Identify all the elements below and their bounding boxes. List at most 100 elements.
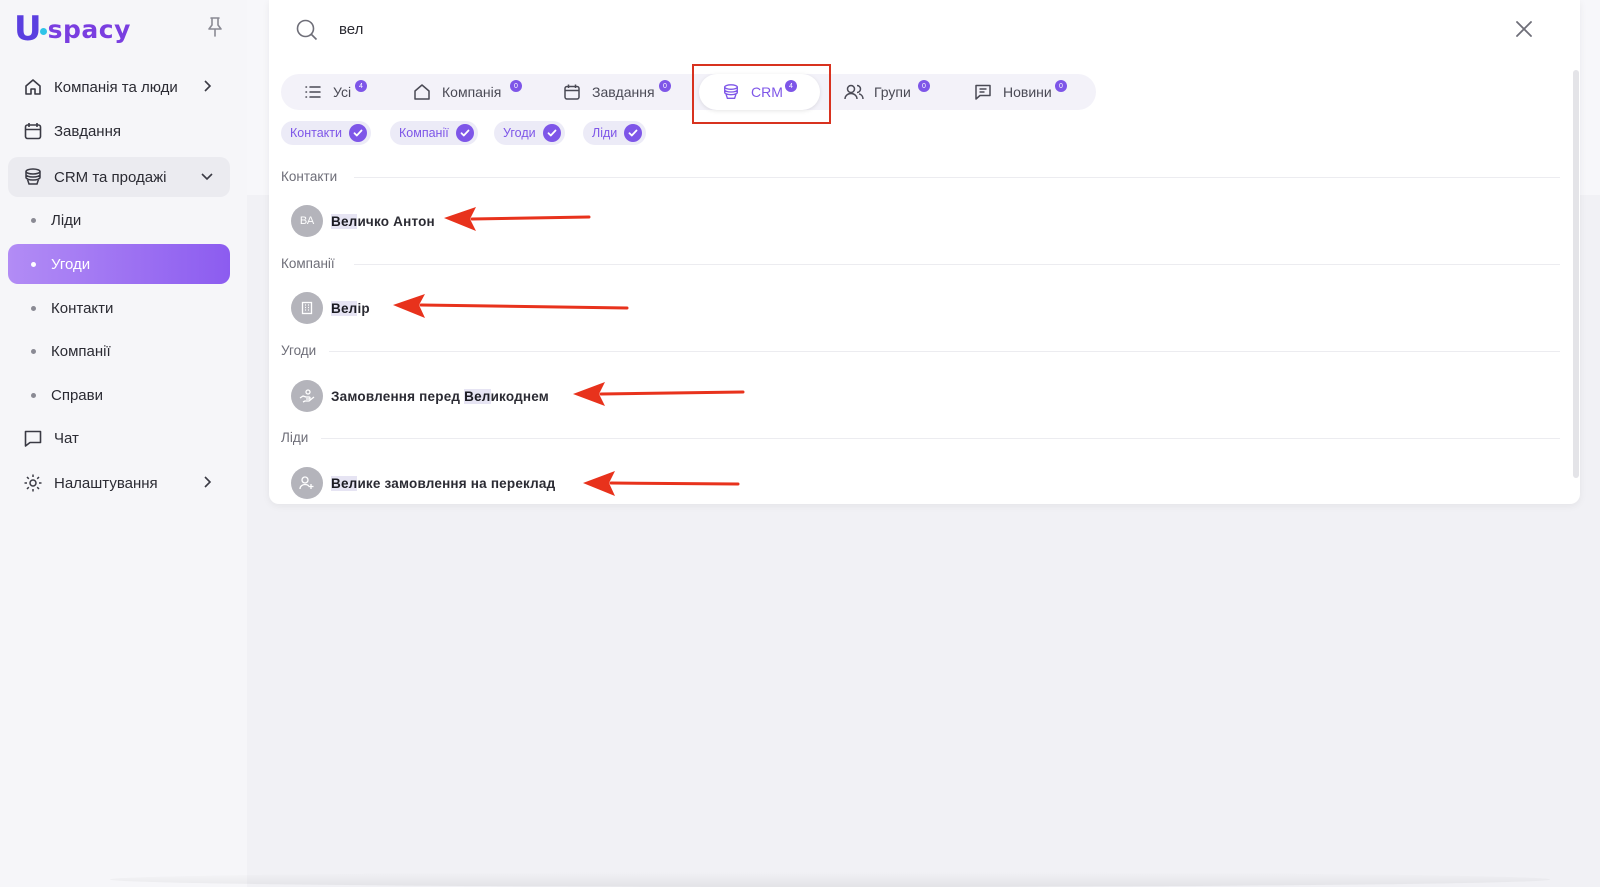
search-result-company[interactable]: Велір bbox=[291, 291, 370, 325]
sidebar-item-label: Налаштування bbox=[54, 474, 158, 492]
sidebar-subitem-label: Угоди bbox=[51, 255, 91, 273]
bullet bbox=[31, 348, 36, 354]
sidebar-subitem-label: Компанії bbox=[51, 342, 111, 360]
annotation-arrow bbox=[583, 471, 740, 496]
sidebar-subitem-companies[interactable]: Компанії bbox=[8, 331, 230, 371]
result-title: Величко Антон bbox=[331, 213, 435, 229]
section-divider bbox=[354, 177, 1560, 178]
filter-chip-label: Угоди bbox=[503, 126, 536, 140]
search-panel: Усі 4 Компанія 0 Завдання 0 CRM 4 bbox=[269, 0, 1580, 504]
building-icon bbox=[291, 292, 323, 324]
tab-label: Усі bbox=[333, 84, 352, 100]
check-icon bbox=[542, 124, 561, 142]
scrollbar[interactable] bbox=[1573, 70, 1579, 478]
logo-dot bbox=[39, 27, 47, 35]
calendar-icon bbox=[562, 82, 582, 102]
sidebar-subitem-label: Ліди bbox=[51, 211, 82, 229]
tab-count-badge: 4 bbox=[355, 80, 367, 92]
tab-groups[interactable]: Групи 0 bbox=[844, 74, 930, 110]
chat-icon bbox=[22, 427, 44, 449]
match-highlight: Вел bbox=[331, 300, 358, 316]
filter-chip-deals[interactable]: Угоди bbox=[494, 121, 565, 145]
filter-chip-leads[interactable]: Ліди bbox=[583, 121, 647, 145]
section-divider bbox=[329, 351, 1560, 352]
section-divider bbox=[354, 264, 1560, 265]
tab-count-badge: 0 bbox=[510, 80, 522, 92]
list-icon bbox=[303, 82, 323, 102]
sidebar-subitem-label: Справи bbox=[51, 386, 103, 404]
tab-tasks[interactable]: Завдання 0 bbox=[562, 74, 671, 110]
check-icon bbox=[455, 124, 474, 142]
chevron-right-icon bbox=[204, 80, 212, 92]
annotation-highlight-box bbox=[692, 64, 831, 124]
category-tabs: Усі 4 Компанія 0 Завдання 0 CRM 4 Групи … bbox=[281, 74, 1096, 110]
check-icon bbox=[624, 124, 643, 142]
tab-company[interactable]: Компанія 0 bbox=[412, 74, 522, 110]
home-icon bbox=[412, 82, 432, 102]
search-result-lead[interactable]: Велике замовлення на переклад bbox=[291, 466, 555, 500]
logo-word: spacy bbox=[47, 14, 131, 44]
tab-label: Завдання bbox=[592, 84, 655, 100]
match-highlight: Вел bbox=[331, 213, 358, 229]
sidebar-item-label: Компанія та люди bbox=[54, 78, 178, 96]
section-divider bbox=[321, 438, 1560, 439]
tab-label: Компанія bbox=[442, 84, 502, 100]
match-highlight: Вел bbox=[464, 388, 491, 404]
result-title: Замовлення перед Великоднем bbox=[331, 388, 549, 404]
logo[interactable]: U spacy bbox=[14, 12, 131, 46]
sidebar-item-company[interactable]: Компанія та люди bbox=[8, 67, 230, 107]
bullet bbox=[31, 217, 36, 223]
filter-chip-companies[interactable]: Компанії bbox=[390, 121, 478, 145]
tab-label: Групи bbox=[874, 84, 911, 100]
chevron-right-icon bbox=[204, 476, 212, 488]
chevron-down-icon bbox=[201, 173, 213, 181]
tab-count-badge: 0 bbox=[918, 80, 930, 92]
sidebar-item-label: Чат bbox=[54, 429, 79, 447]
filter-chip-label: Контакти bbox=[290, 126, 342, 140]
sidebar-subitem-label: Контакти bbox=[51, 299, 114, 317]
users-icon bbox=[844, 82, 864, 102]
sidebar-item-label: CRM та продажі bbox=[54, 168, 167, 186]
sidebar-subitem-cases[interactable]: Справи bbox=[8, 375, 230, 415]
sidebar-subitem-contacts[interactable]: Контакти bbox=[8, 288, 230, 328]
search-input[interactable] bbox=[339, 14, 1239, 44]
sidebar-item-settings[interactable]: Налаштування bbox=[8, 463, 230, 503]
search-result-contact[interactable]: ВА Величко Антон bbox=[291, 204, 435, 238]
logo-letter: U bbox=[14, 9, 42, 49]
sidebar: U spacy Компанія та люди Завдання CRM та… bbox=[0, 0, 247, 887]
tab-all[interactable]: Усі 4 bbox=[303, 74, 367, 110]
annotation-arrow bbox=[393, 294, 629, 318]
search-icon bbox=[296, 19, 318, 41]
calendar-icon bbox=[22, 120, 44, 142]
tab-label: Новини bbox=[1003, 84, 1052, 100]
sidebar-subitem-leads[interactable]: Ліди bbox=[8, 200, 230, 240]
tab-count-badge: 0 bbox=[1055, 80, 1067, 92]
gear-icon bbox=[22, 472, 44, 494]
database-icon bbox=[22, 166, 44, 188]
bullet bbox=[31, 305, 36, 311]
pin-icon[interactable] bbox=[205, 16, 225, 38]
handshake-icon bbox=[291, 380, 323, 412]
filter-chip-contacts[interactable]: Контакти bbox=[281, 121, 371, 145]
filter-chip-label: Компанії bbox=[399, 126, 449, 140]
sidebar-subitem-deals[interactable]: Угоди bbox=[8, 244, 230, 284]
section-title-contacts: Контакти bbox=[281, 169, 338, 184]
message-icon bbox=[973, 82, 993, 102]
tab-news[interactable]: Новини 0 bbox=[973, 74, 1067, 110]
match-highlight: Вел bbox=[331, 475, 358, 491]
search-result-deal[interactable]: Замовлення перед Великоднем bbox=[291, 379, 549, 413]
bullet bbox=[31, 392, 36, 398]
home-icon bbox=[22, 76, 44, 98]
result-title: Велір bbox=[331, 300, 370, 316]
bullet bbox=[31, 261, 36, 267]
section-title-deals: Угоди bbox=[281, 343, 317, 358]
check-icon bbox=[349, 124, 367, 142]
avatar: ВА bbox=[291, 205, 323, 237]
sidebar-item-tasks[interactable]: Завдання bbox=[8, 111, 230, 151]
sidebar-item-crm[interactable]: CRM та продажі bbox=[8, 157, 230, 197]
annotation-arrow bbox=[573, 382, 745, 406]
close-icon[interactable] bbox=[1515, 20, 1533, 38]
user-plus-icon bbox=[291, 467, 323, 499]
tab-count-badge: 0 bbox=[659, 80, 671, 92]
sidebar-item-chat[interactable]: Чат bbox=[8, 418, 230, 458]
